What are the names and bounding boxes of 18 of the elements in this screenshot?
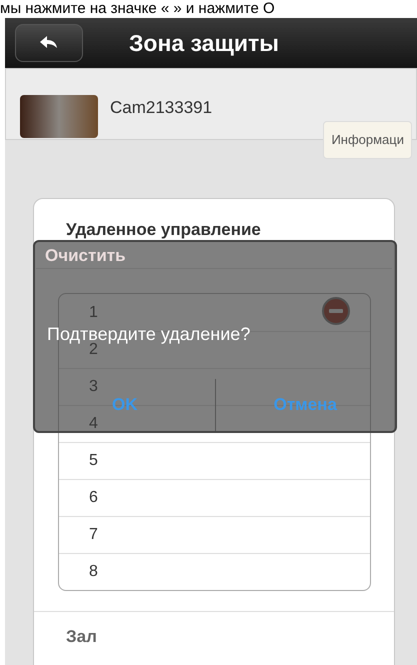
zone-label[interactable]: 1 xyxy=(89,300,98,324)
zone-label[interactable]: 5 xyxy=(89,449,98,473)
zone-label[interactable]: 6 xyxy=(89,486,98,510)
delete-icon[interactable] xyxy=(322,297,350,325)
clear-label[interactable]: Очистить xyxy=(45,245,126,267)
back-button[interactable] xyxy=(15,24,83,62)
section-title: Зал xyxy=(65,626,98,648)
zone-label[interactable]: 7 xyxy=(89,523,98,547)
zone-label[interactable]: 3 xyxy=(89,375,98,399)
camera-name: Cam2133391 xyxy=(110,97,212,119)
back-arrow-icon xyxy=(40,36,58,50)
caption-text: мы нажмите на значке « » и нажмите О xyxy=(0,0,276,18)
zone-label[interactable]: 8 xyxy=(89,560,98,584)
dialog-message: Подтвердите удаление? xyxy=(47,323,252,344)
screen-title: Зона защиты xyxy=(129,28,279,58)
info-button[interactable]: Информаци xyxy=(323,121,412,159)
zone-label[interactable]: 4 xyxy=(89,412,98,436)
remote-title: Удаленное управление xyxy=(65,219,262,241)
